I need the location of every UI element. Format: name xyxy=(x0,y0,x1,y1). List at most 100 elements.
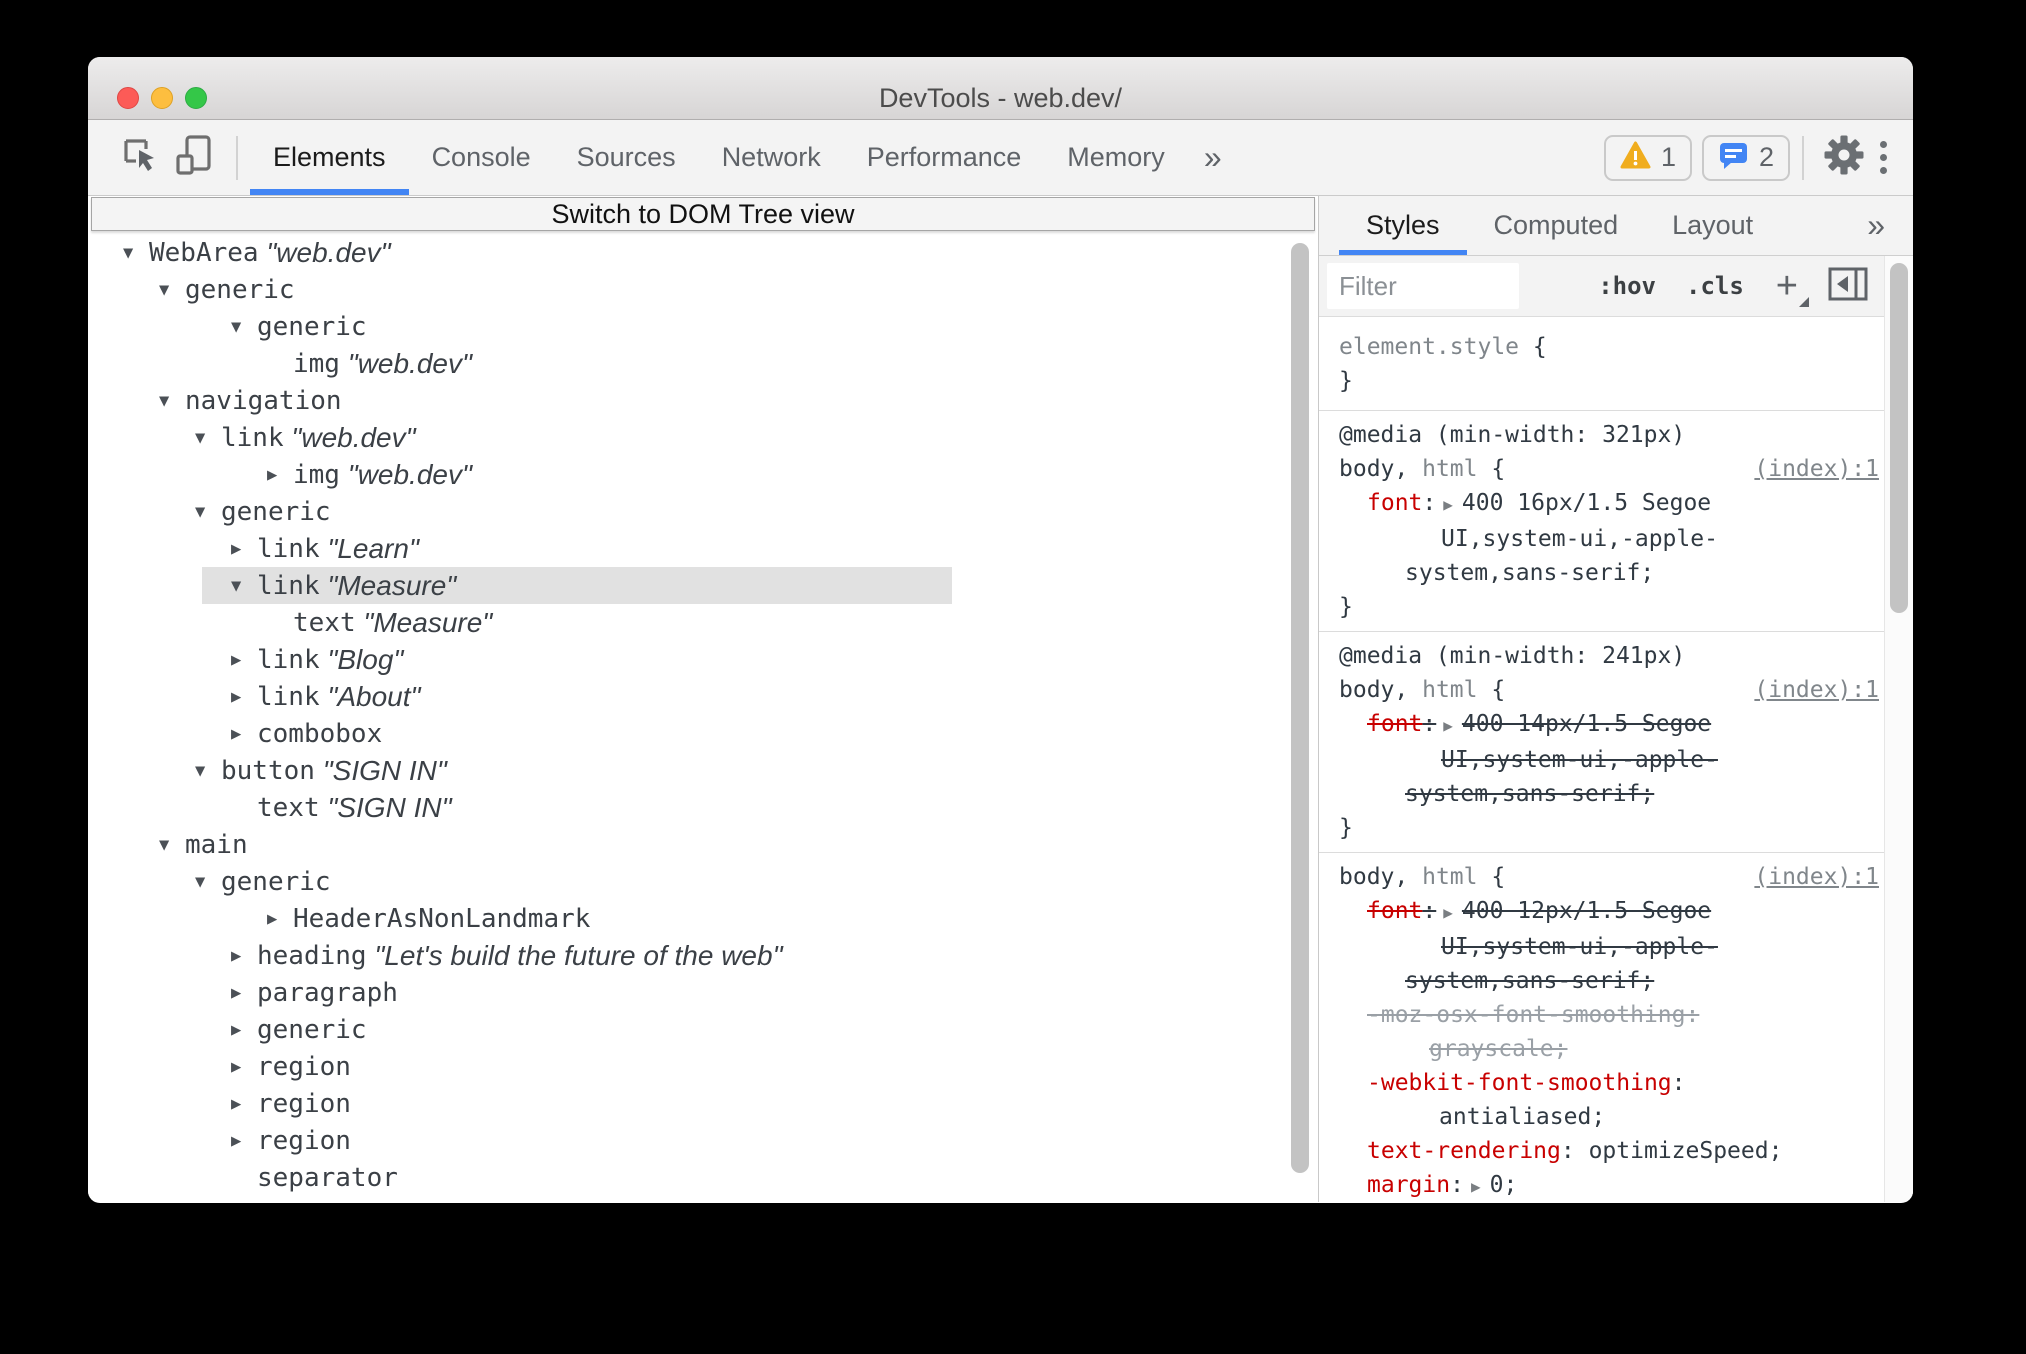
style-line[interactable]: margin: ▶ 0; xyxy=(1319,1168,1884,1202)
value-expand-arrow-icon[interactable]: ▶ xyxy=(1443,716,1453,735)
tree-row-text[interactable]: text "Measure" xyxy=(88,604,1318,641)
tree-expand-arrow-icon[interactable]: ▶ xyxy=(231,1020,257,1040)
tree-expand-arrow-icon[interactable]: ▶ xyxy=(267,465,293,485)
style-line[interactable]: body, html {(index):1 xyxy=(1319,860,1884,894)
tree-expand-arrow-icon[interactable]: ▼ xyxy=(159,391,185,411)
tree-row-generic[interactable]: ▶ generic xyxy=(88,1011,1318,1048)
stylesheet-source-link[interactable]: (index):1 xyxy=(1754,860,1879,894)
style-line[interactable]: UI,system-ui,-apple- xyxy=(1319,743,1884,777)
more-sidebar-tabs-button[interactable]: » xyxy=(1853,196,1899,255)
sidebar-tab-styles[interactable]: Styles xyxy=(1339,196,1467,255)
tree-row-link[interactable]: ▶ link "Blog" xyxy=(88,641,1318,678)
tree-row-text[interactable]: text "SIGN IN" xyxy=(88,789,1318,826)
style-line[interactable]: } xyxy=(1319,590,1884,624)
tree-expand-arrow-icon[interactable]: ▶ xyxy=(231,724,257,744)
value-expand-arrow-icon[interactable]: ▶ xyxy=(1443,495,1453,514)
tree-expand-arrow-icon[interactable]: ▶ xyxy=(231,946,257,966)
menu-button[interactable] xyxy=(1880,141,1887,174)
element-classes-button[interactable]: .cls xyxy=(1686,272,1744,300)
tree-row-link[interactable]: ▼ link "web.dev" xyxy=(88,419,1318,456)
stylesheet-source-link[interactable]: (index):1 xyxy=(1754,673,1879,707)
tree-row-generic[interactable]: ▼ generic xyxy=(88,863,1318,900)
inspect-element-button[interactable] xyxy=(112,120,168,195)
toggle-sidebar-button[interactable] xyxy=(1828,267,1868,306)
style-line[interactable]: body, html {(index):1 xyxy=(1319,673,1884,707)
more-panels-button[interactable]: » xyxy=(1188,120,1238,195)
messages-badge[interactable]: 2 xyxy=(1701,134,1790,181)
style-line[interactable]: @media (min-width: 241px) xyxy=(1319,639,1884,673)
tree-row-generic[interactable]: ▼ generic xyxy=(88,271,1318,308)
style-line[interactable]: antialiased; xyxy=(1319,1100,1884,1134)
tree-expand-arrow-icon[interactable]: ▼ xyxy=(195,761,221,781)
style-line[interactable]: font: ▶ 400 12px/1.5 Segoe xyxy=(1319,894,1884,930)
tree-row-link[interactable]: ▶ link "Learn" xyxy=(88,530,1318,567)
tree-expand-arrow-icon[interactable]: ▼ xyxy=(195,502,221,522)
styles-scrollbar-thumb[interactable] xyxy=(1890,263,1908,613)
tree-expand-arrow-icon[interactable]: ▼ xyxy=(159,280,185,300)
tree-row-combobox[interactable]: ▶ combobox xyxy=(88,715,1318,752)
stylesheet-source-link[interactable]: (index):1 xyxy=(1754,452,1879,486)
tree-row-link[interactable]: ▼ link "Measure" xyxy=(202,567,952,604)
tab-console[interactable]: Console xyxy=(409,120,554,195)
tree-row-link[interactable]: ▶ link "About" xyxy=(88,678,1318,715)
tree-expand-arrow-icon[interactable]: ▶ xyxy=(267,909,293,929)
style-line[interactable]: text-rendering: optimizeSpeed; xyxy=(1319,1134,1884,1168)
settings-button[interactable] xyxy=(1816,120,1872,195)
style-line[interactable]: body, html {(index):1 xyxy=(1319,452,1884,486)
tree-row-region[interactable]: ▶ region xyxy=(88,1048,1318,1085)
sidebar-tab-computed[interactable]: Computed xyxy=(1467,196,1646,255)
style-line[interactable]: } xyxy=(1319,811,1884,845)
style-line[interactable]: @media (min-width: 321px) xyxy=(1319,418,1884,452)
style-line[interactable]: } xyxy=(1319,364,1884,398)
tree-row-img[interactable]: img "web.dev" xyxy=(88,345,1318,382)
sidebar-tab-layout[interactable]: Layout xyxy=(1645,196,1780,255)
tree-expand-arrow-icon[interactable]: ▼ xyxy=(123,243,149,263)
tree-expand-arrow-icon[interactable]: ▼ xyxy=(159,835,185,855)
warnings-badge[interactable]: 1 xyxy=(1603,134,1692,181)
style-line[interactable]: font: ▶ 400 14px/1.5 Segoe xyxy=(1319,707,1884,743)
style-line[interactable]: system,sans-serif; xyxy=(1319,777,1884,811)
tree-expand-arrow-icon[interactable]: ▼ xyxy=(195,428,221,448)
tree-row-paragraph[interactable]: ▶ paragraph xyxy=(88,974,1318,1011)
tree-row-separator[interactable]: separator xyxy=(88,1159,1318,1196)
tab-sources[interactable]: Sources xyxy=(554,120,699,195)
tab-memory[interactable]: Memory xyxy=(1044,120,1188,195)
tree-expand-arrow-icon[interactable]: ▶ xyxy=(231,1057,257,1077)
style-line[interactable]: UI,system-ui,-apple- xyxy=(1319,930,1884,964)
switch-dom-tree-button[interactable]: Switch to DOM Tree view xyxy=(91,197,1315,231)
tree-expand-arrow-icon[interactable]: ▶ xyxy=(231,1131,257,1151)
tree-expand-arrow-icon[interactable]: ▼ xyxy=(231,317,257,337)
tab-network[interactable]: Network xyxy=(699,120,844,195)
tree-expand-arrow-icon[interactable]: ▶ xyxy=(231,983,257,1003)
device-toolbar-button[interactable] xyxy=(168,120,224,195)
tree-row-region[interactable]: ▶ region xyxy=(88,1085,1318,1122)
style-line[interactable]: element.style { xyxy=(1319,330,1884,364)
new-style-rule-button[interactable]: + xyxy=(1776,267,1809,307)
style-line[interactable]: font: ▶ 400 16px/1.5 Segoe xyxy=(1319,486,1884,522)
tree-row-generic[interactable]: ▼ generic xyxy=(88,493,1318,530)
tree-row-heading[interactable]: ▶ heading "Let's build the future of the … xyxy=(88,937,1318,974)
tree-row-generic[interactable]: ▼ generic xyxy=(88,308,1318,345)
tree-expand-arrow-icon[interactable]: ▶ xyxy=(231,1094,257,1114)
style-line[interactable]: -moz-osx-font-smoothing: xyxy=(1319,998,1884,1032)
styles-filter-input[interactable] xyxy=(1327,263,1519,309)
tree-row-button[interactable]: ▼ button "SIGN IN" xyxy=(88,752,1318,789)
style-line[interactable]: -webkit-font-smoothing: xyxy=(1319,1066,1884,1100)
toggle-element-state-button[interactable]: :hov xyxy=(1598,272,1656,300)
tree-expand-arrow-icon[interactable]: ▶ xyxy=(231,650,257,670)
tree-row-main[interactable]: ▼ main xyxy=(88,826,1318,863)
tree-expand-arrow-icon[interactable]: ▶ xyxy=(231,687,257,707)
tree-row-HeaderAsNonLandmark[interactable]: ▶ HeaderAsNonLandmark xyxy=(88,900,1318,937)
tree-expand-arrow-icon[interactable]: ▼ xyxy=(195,872,221,892)
style-line[interactable]: grayscale; xyxy=(1319,1032,1884,1066)
value-expand-arrow-icon[interactable]: ▶ xyxy=(1471,1177,1481,1196)
style-line[interactable]: system,sans-serif; xyxy=(1319,556,1884,590)
tab-elements[interactable]: Elements xyxy=(250,120,409,195)
tree-expand-arrow-icon[interactable]: ▶ xyxy=(231,539,257,559)
tree-scrollbar-thumb[interactable] xyxy=(1291,243,1309,1173)
tree-row-navigation[interactable]: ▼ navigation xyxy=(88,382,1318,419)
tree-expand-arrow-icon[interactable]: ▼ xyxy=(231,576,257,596)
style-line[interactable]: UI,system-ui,-apple- xyxy=(1319,522,1884,556)
tab-performance[interactable]: Performance xyxy=(844,120,1045,195)
tree-row-img[interactable]: ▶ img "web.dev" xyxy=(88,456,1318,493)
